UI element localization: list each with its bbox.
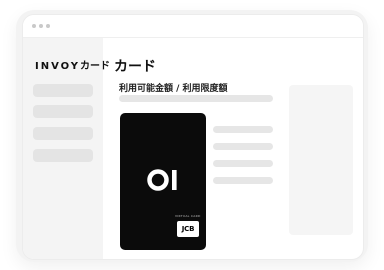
- sidebar-item-placeholder[interactable]: [33, 84, 93, 97]
- limit-label: 利用可能金額 / 利用限度額: [119, 84, 228, 94]
- sidebar-item-placeholder[interactable]: [33, 127, 93, 140]
- detail-bar-placeholder: [213, 177, 273, 184]
- window-dot-icon: [32, 24, 36, 28]
- virtual-card[interactable]: VIRTUAL CARD JCB: [120, 113, 206, 250]
- app-logo-text: INVOY: [35, 61, 81, 72]
- jcb-brand-logo: JCB: [177, 221, 199, 237]
- sidebar-item-placeholder[interactable]: [33, 105, 93, 118]
- sidebar-item-placeholder[interactable]: [33, 149, 93, 162]
- app-window: INVOYカード カード 利用可能金額 / 利用限度額 VIRTUAL CARD…: [22, 14, 364, 260]
- sidebar: INVOYカード: [23, 38, 110, 259]
- window-dot-icon: [39, 24, 43, 28]
- page-title: カード: [114, 59, 156, 75]
- jcb-brand-text: JCB: [181, 225, 195, 233]
- window-titlebar: [23, 15, 363, 38]
- main-content: カード 利用可能金額 / 利用限度額 VIRTUAL CARD JCB: [103, 38, 363, 259]
- detail-bar-placeholder: [213, 160, 273, 167]
- card-type-label: VIRTUAL CARD: [175, 214, 201, 218]
- detail-bar-placeholder: [213, 126, 273, 133]
- limit-bar-placeholder: [119, 95, 273, 102]
- detail-bar-placeholder: [213, 143, 273, 150]
- window-dot-icon: [46, 24, 50, 28]
- right-panel-placeholder: [289, 85, 353, 235]
- card-logo-icon: [147, 169, 177, 191]
- app-logo[interactable]: INVOYカード: [35, 57, 110, 72]
